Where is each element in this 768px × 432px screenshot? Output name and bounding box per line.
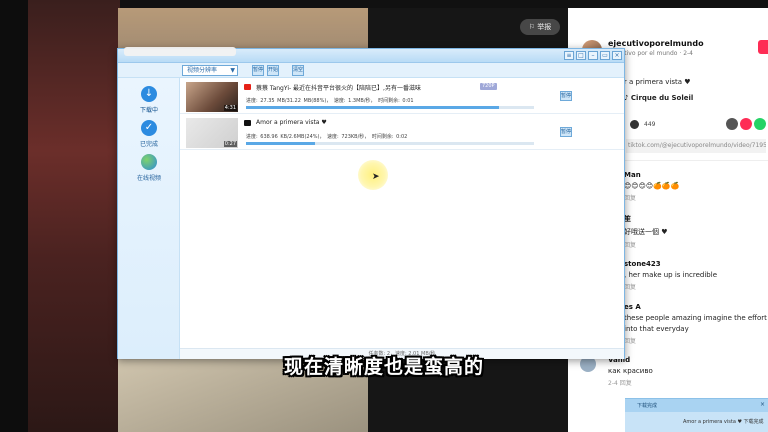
video-thumbnail: 0:27: [186, 118, 238, 148]
redacted-bar: [124, 47, 236, 56]
menu-icon[interactable]: ≡: [564, 51, 574, 60]
video-link[interactable]: tiktok.com/@ejecutivoporelmundo/video/71…: [626, 139, 766, 153]
clear-button[interactable]: 清空: [292, 65, 304, 76]
progress-bar: [246, 142, 534, 145]
video-thumbnail: 4:31: [186, 82, 238, 112]
downloader-window: ≡ □ – ▭ × 视频分辨率 ▼ 暂停 开始 清空 ↓ 下载中 ✓ 已完成 在…: [117, 48, 625, 359]
chevron-down-icon: ▼: [230, 67, 235, 74]
share-icon[interactable]: [740, 118, 752, 130]
progress-fill: [246, 106, 500, 109]
follow-button[interactable]: [758, 40, 768, 54]
download-stats: 进度: 638.96 KB/2.6MB(24%)， 速度: 723KB/秒， 时…: [246, 134, 408, 140]
nav-label: 下载中: [139, 107, 158, 114]
resolution-badge: 720P: [480, 83, 497, 90]
resolution-select[interactable]: 视频分辨率 ▼: [182, 65, 238, 76]
comment-author[interactable]: stone423: [624, 260, 768, 268]
progress-fill: [246, 142, 316, 145]
tiktok-icon: [244, 120, 251, 126]
nav-downloading[interactable]: ↓ 下载中: [118, 86, 180, 114]
comment-author[interactable]: 笙: [624, 214, 768, 224]
youtube-icon: [244, 84, 251, 90]
check-icon: ✓: [141, 120, 157, 136]
popup-text: Amor a primera vista ♥ 下载完成: [683, 419, 764, 425]
globe-icon: [141, 154, 157, 170]
close-icon[interactable]: ×: [612, 51, 622, 60]
comment-item: es A these people amazing imagine the ef…: [624, 303, 768, 345]
comment-count: 449: [644, 121, 656, 128]
video-duration: 0:27: [223, 141, 237, 147]
comment-text: 好哦送一個 ♥: [624, 228, 668, 236]
divider: [624, 160, 768, 161]
author-name[interactable]: ejecutivoporelmundo: [608, 39, 704, 48]
video-duration: 4:31: [223, 105, 237, 111]
downloader-sidebar: ↓ 下载中 ✓ 已完成 在线视频: [118, 78, 180, 359]
download-title: Amor a primera vista ♥: [256, 119, 327, 126]
progress-bar: [246, 106, 534, 109]
comment-text: 😊😊😊😊🍊🍊🍊: [624, 182, 680, 190]
comment-item: stone423 , her make up is incredible 回复: [624, 260, 768, 291]
reply-link[interactable]: 回复: [624, 282, 768, 291]
download-stats: 进度: 27.35 MB/31.22 MB(88%)， 速度: 1.3MB/秒，…: [246, 98, 414, 104]
minimize-icon[interactable]: –: [588, 51, 598, 60]
comment-text: , her make up is incredible: [624, 271, 718, 279]
comment-text-line2: into that everyday: [624, 325, 689, 333]
reply-link[interactable]: 回复: [624, 193, 768, 202]
popup-header: 下载完成 ×: [625, 399, 768, 412]
nav-label: 在线视频: [136, 175, 161, 182]
whatsapp-icon[interactable]: [754, 118, 766, 130]
comment-text: these people amazing imagine the effort …: [624, 314, 768, 322]
reply-link[interactable]: 2-4 回复: [608, 378, 724, 387]
report-label: 举报: [537, 23, 552, 31]
download-complete-popup[interactable]: 下载完成 × Amor a primera vista ♥ 下载完成: [625, 398, 768, 432]
popup-title: 下载完成: [637, 403, 658, 409]
comment-item: 笙 好哦送一個 ♥ 回复: [624, 214, 768, 249]
nav-online-video[interactable]: 在线视频: [118, 154, 180, 182]
report-button[interactable]: ⚐ 举报: [520, 19, 560, 35]
close-icon[interactable]: ×: [760, 401, 765, 408]
comment-item: Man 😊😊😊😊🍊🍊🍊 回复: [624, 171, 768, 202]
toolbar: 视频分辨率 ▼ 暂停 开始 清空: [118, 63, 624, 78]
comment-author[interactable]: es A: [624, 303, 768, 311]
reply-link[interactable]: 回复: [624, 336, 768, 345]
download-row[interactable]: 4:31 蔡蔡 TangYi- 最近在抖音平台很火的【陪陪已】,另有一番滋味 7…: [180, 80, 624, 114]
download-list: 4:31 蔡蔡 TangYi- 最近在抖音平台很火的【陪陪已】,另有一番滋味 7…: [180, 78, 624, 348]
comment-author[interactable]: Man: [624, 171, 768, 179]
reply-link[interactable]: 回复: [624, 240, 768, 249]
nav-label: 已完成: [139, 141, 158, 148]
comment-icon[interactable]: [630, 120, 639, 129]
download-icon: ↓: [141, 86, 157, 102]
download-title: 蔡蔡 TangYi- 最近在抖音平台很火的【陪陪已】,另有一番滋味: [256, 85, 421, 92]
download-row[interactable]: 0:27 Amor a primera vista ♥ 进度: 638.96 K…: [180, 116, 624, 150]
resolution-select-label: 视频分辨率: [187, 67, 218, 74]
video-subtitle: 现在清晰度也是蛮高的: [283, 356, 484, 378]
pause-all-button[interactable]: 暂停: [252, 65, 264, 76]
skin-icon[interactable]: □: [576, 51, 586, 60]
maximize-icon[interactable]: ▭: [600, 51, 610, 60]
nav-completed[interactable]: ✓ 已完成: [118, 120, 180, 148]
video-tag[interactable]: ♪ Cirque du Soleil: [624, 94, 693, 102]
row-pause-button[interactable]: 暂停: [560, 127, 572, 137]
row-pause-button[interactable]: 暂停: [560, 91, 572, 101]
start-all-button[interactable]: 开始: [267, 65, 279, 76]
mouse-cursor-icon: ➤: [372, 172, 380, 182]
embed-icon[interactable]: [726, 118, 738, 130]
